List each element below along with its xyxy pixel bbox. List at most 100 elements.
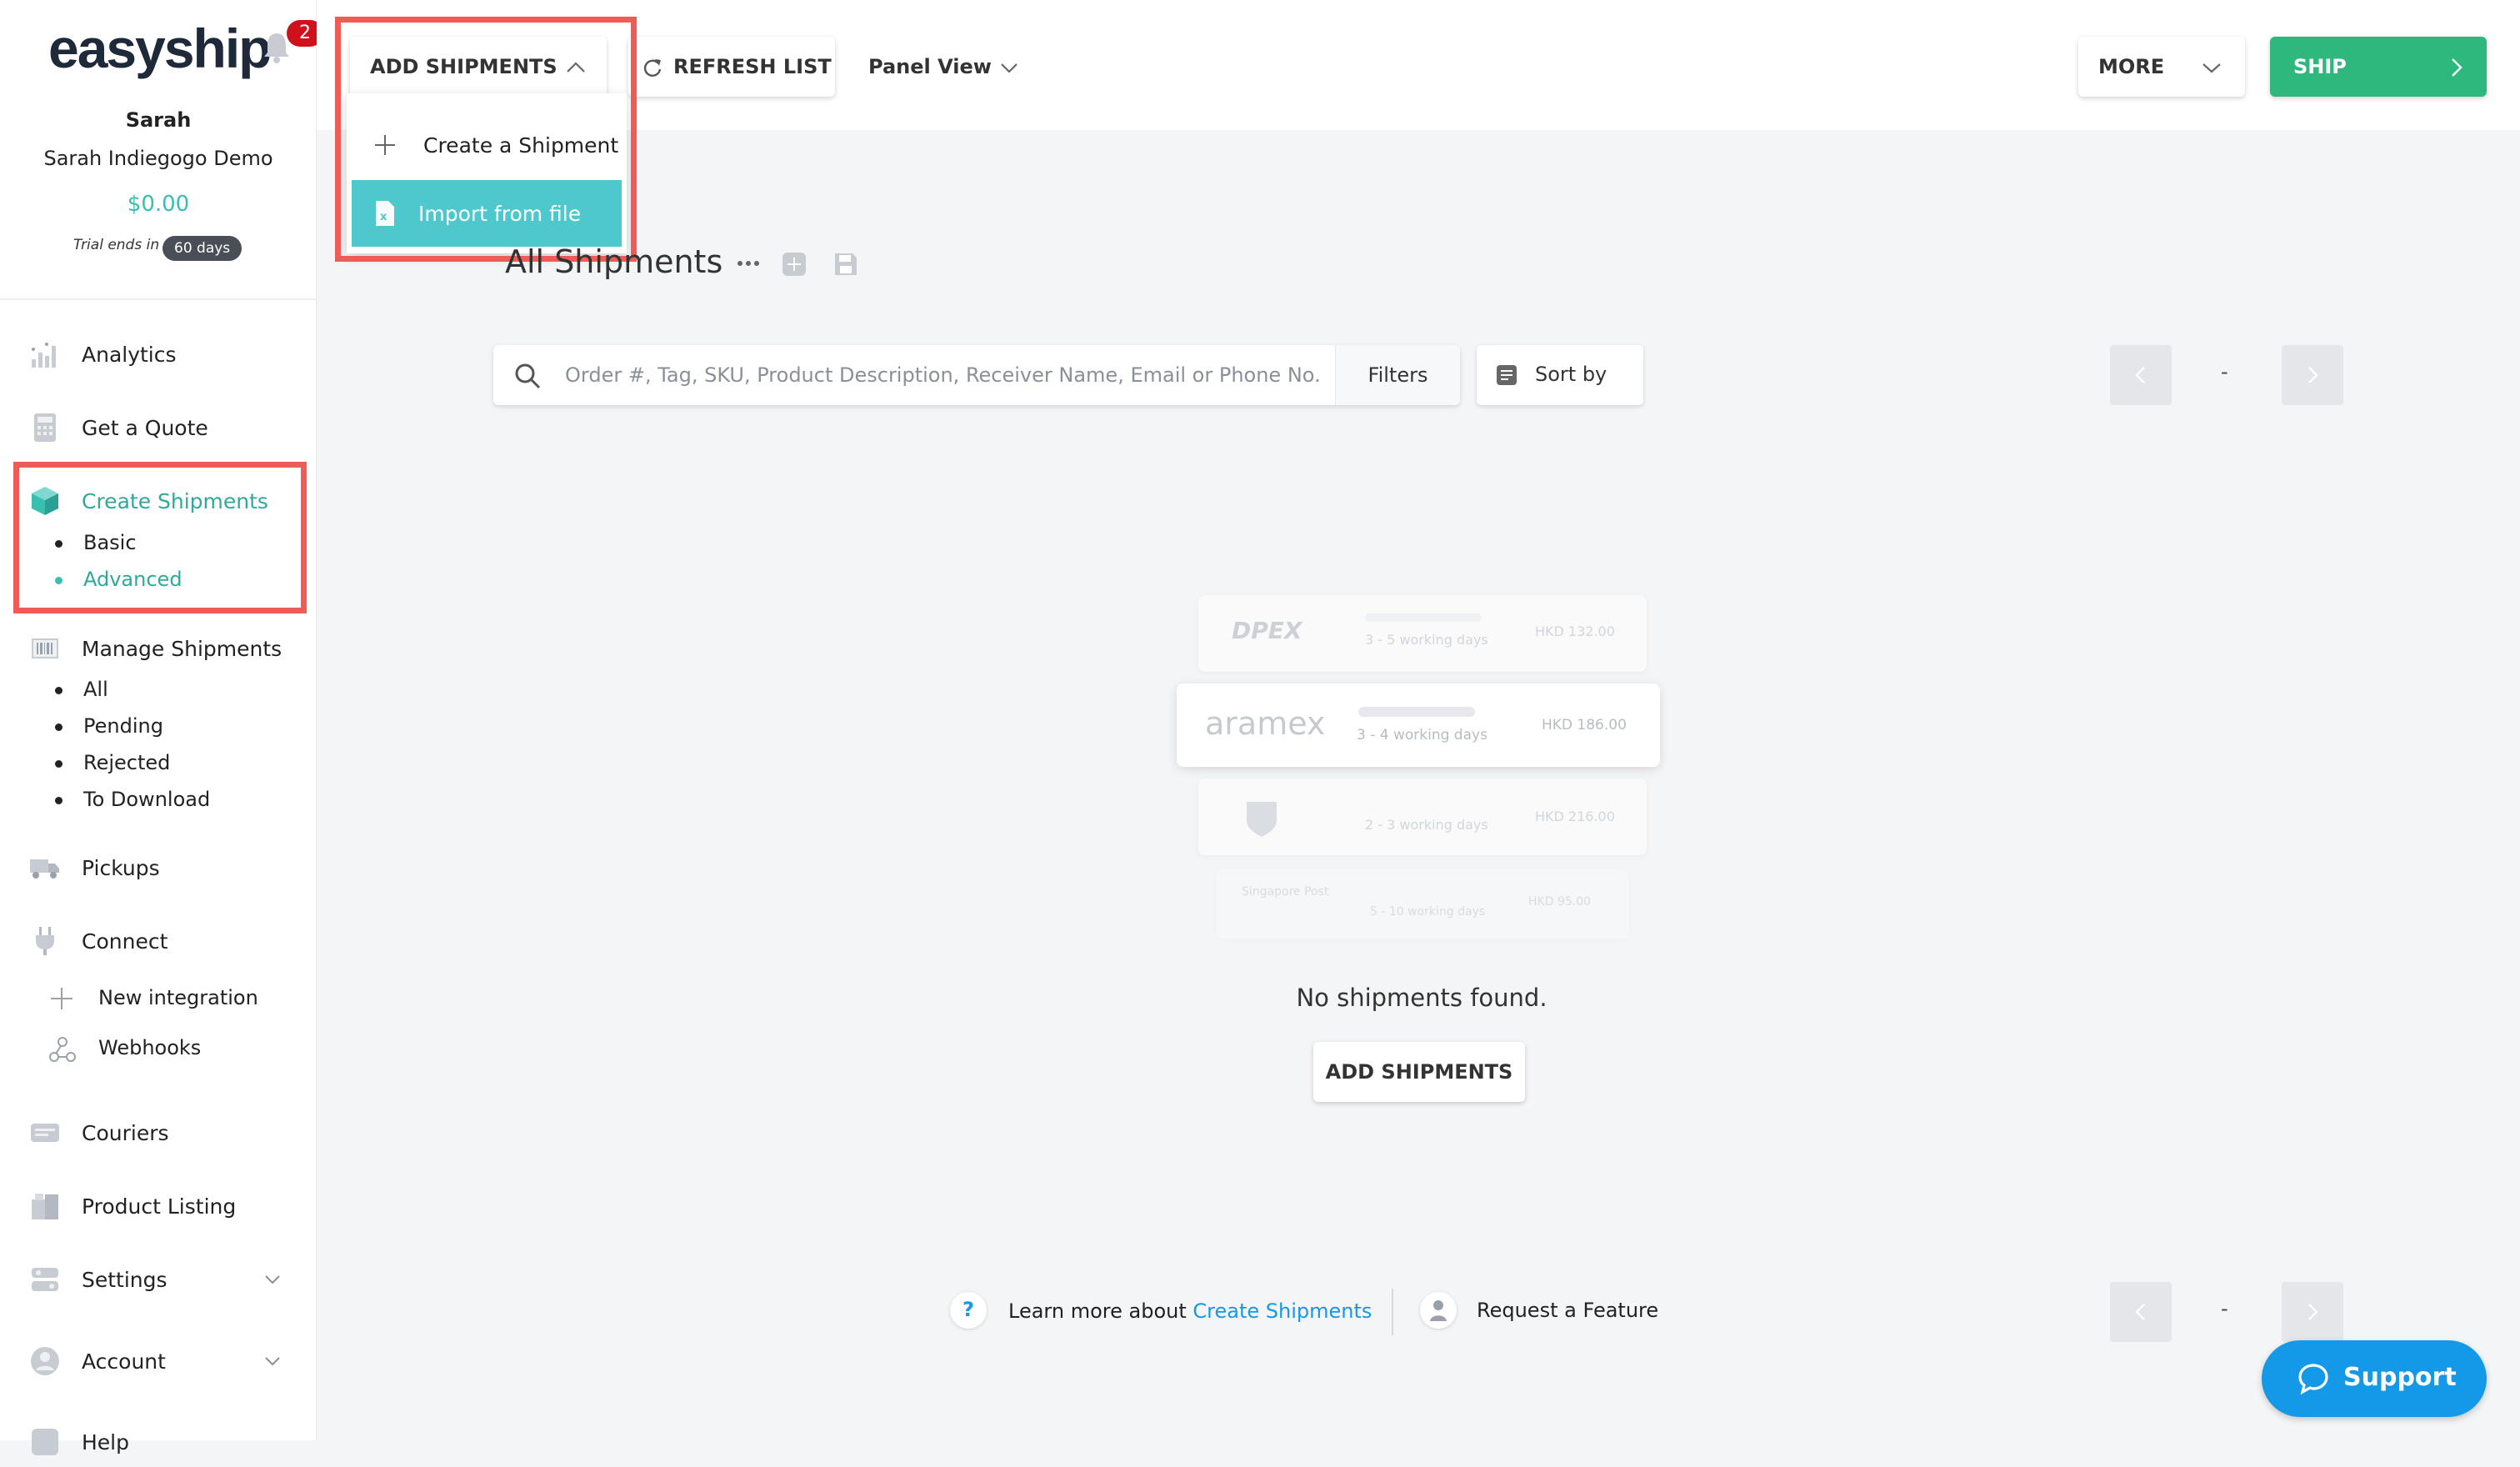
footer-next-page-button[interactable] xyxy=(2282,1282,2343,1342)
highlight-add-shipments xyxy=(335,17,637,262)
sidebar-subitem-basic[interactable]: Basic xyxy=(0,527,317,560)
placeholder-bar xyxy=(1365,613,1482,622)
sidebar-item-quote[interactable]: Get a Quote xyxy=(0,403,317,453)
search-bar[interactable]: Order #, Tag, SKU, Product Description, … xyxy=(493,345,1460,405)
sidebar-subitem-label: Pending xyxy=(83,714,163,738)
chevron-left-icon xyxy=(2135,367,2145,383)
save-view-icon[interactable] xyxy=(833,252,858,277)
sidebar-item-create-shipments[interactable]: Create Shipments xyxy=(0,476,317,526)
person-icon xyxy=(1430,1300,1447,1321)
footer-page-indicator: - xyxy=(2221,1297,2228,1320)
price: HKD 186.00 xyxy=(1542,717,1627,734)
sidebar-item-pickups[interactable]: Pickups xyxy=(0,843,317,893)
sidebar-item-couriers[interactable]: Couriers xyxy=(0,1108,317,1158)
sidebar-subitem-label: All xyxy=(83,678,108,701)
search-icon xyxy=(515,363,541,389)
courier-name: aramex xyxy=(1205,705,1326,742)
sidebar-item-label: Connect xyxy=(82,929,168,954)
account-balance[interactable]: $0.00 xyxy=(0,192,317,217)
box-icon xyxy=(32,487,58,515)
support-label: Support xyxy=(2343,1363,2457,1392)
filters-button[interactable]: Filters xyxy=(1335,345,1460,405)
help-icon xyxy=(32,1429,58,1455)
add-shipments-empty-label: ADD SHIPMENTS xyxy=(1325,1060,1513,1084)
sort-by-button[interactable]: Sort by xyxy=(1477,345,1643,405)
ups-shield-icon xyxy=(1247,802,1277,837)
sidebar-subitem-label: New integration xyxy=(98,986,258,1009)
webhook-icon xyxy=(49,1037,76,1062)
search-input[interactable]: Order #, Tag, SKU, Product Description, … xyxy=(565,363,1321,387)
more-options-icon[interactable] xyxy=(737,257,760,270)
trial-text: Trial ends in xyxy=(73,237,160,253)
support-button[interactable]: Support xyxy=(2262,1340,2487,1417)
illustration-card: 2 - 3 working days HKD 216.00 xyxy=(1198,779,1647,855)
price: HKD 95.00 xyxy=(1528,895,1592,909)
add-view-icon[interactable] xyxy=(782,252,807,277)
sidebar-item-label: Settings xyxy=(82,1267,168,1292)
sidebar-subitem-new-integration[interactable]: New integration xyxy=(0,982,317,1015)
sidebar-item-connect[interactable]: Connect xyxy=(0,916,317,966)
sidebar-item-manage-shipments[interactable]: Manage Shipments xyxy=(0,623,317,673)
learn-more-link[interactable]: Create Shipments xyxy=(1192,1299,1372,1323)
sidebar-item-settings[interactable]: Settings xyxy=(0,1254,317,1304)
bullet xyxy=(55,540,62,548)
panel-view-select[interactable]: Panel View xyxy=(868,37,1035,97)
sidebar-item-label: Analytics xyxy=(82,342,177,367)
sidebar-subitem-advanced[interactable]: Advanced xyxy=(0,563,317,597)
bullet xyxy=(55,797,62,804)
footer-prev-page-button[interactable] xyxy=(2110,1282,2172,1342)
price: HKD 216.00 xyxy=(1535,809,1615,824)
sidebar-subitem-label: Webhooks xyxy=(98,1036,202,1059)
help-question-icon[interactable]: ? xyxy=(950,1292,987,1329)
sidebar: easyship 2 Sarah Sarah Indiegogo Demo $0… xyxy=(0,0,323,1455)
illustration-card: aramex 3 - 4 working days HKD 186.00 xyxy=(1177,683,1660,767)
request-feature-icon[interactable] xyxy=(1420,1292,1457,1329)
sort-icon xyxy=(1497,365,1517,385)
delivery-days: 3 - 5 working days xyxy=(1365,632,1488,648)
filters-label: Filters xyxy=(1368,363,1428,387)
plus-icon xyxy=(51,988,72,1009)
chevron-down-icon xyxy=(1001,63,1018,73)
sidebar-subitem-label: Advanced xyxy=(83,568,182,591)
sidebar-subitem-rejected[interactable]: Rejected xyxy=(0,747,317,780)
add-shipments-empty-button[interactable]: ADD SHIPMENTS xyxy=(1313,1042,1525,1102)
next-page-button[interactable] xyxy=(2282,345,2343,405)
more-button[interactable]: MORE xyxy=(2078,37,2245,97)
settings-icon xyxy=(32,1268,58,1291)
panel-view-label: Panel View xyxy=(868,55,992,78)
delivery-days: 2 - 3 working days xyxy=(1365,817,1488,833)
easyship-logo[interactable]: easyship xyxy=(48,17,272,80)
plug-icon xyxy=(36,927,54,955)
sidebar-item-product-listing[interactable]: Product Listing xyxy=(0,1181,317,1231)
sidebar-subitem-to-download[interactable]: To Download xyxy=(0,784,317,817)
sidebar-divider xyxy=(0,298,317,300)
ship-label: SHIP xyxy=(2293,55,2347,78)
delivery-days: 5 - 10 working days xyxy=(1370,905,1486,919)
sidebar-subitem-label: To Download xyxy=(83,788,211,811)
courier-name: Singapore Post xyxy=(1242,885,1329,899)
product-icon xyxy=(32,1194,58,1219)
sidebar-item-label: Help xyxy=(82,1429,129,1454)
sidebar-subitem-all[interactable]: All xyxy=(0,673,317,707)
bullet xyxy=(55,687,62,694)
ship-button[interactable]: SHIP xyxy=(2270,37,2487,97)
user-name: Sarah xyxy=(125,108,192,132)
sidebar-item-label: Couriers xyxy=(82,1120,169,1145)
account-icon xyxy=(31,1347,59,1375)
sidebar-item-help[interactable]: Help xyxy=(0,1417,317,1467)
page-title: All Shipments xyxy=(505,243,723,280)
sidebar-item-account[interactable]: Account xyxy=(0,1336,317,1386)
company-name: Sarah Indiegogo Demo xyxy=(43,147,273,170)
sidebar-subitem-label: Rejected xyxy=(83,751,171,774)
sidebar-item-analytics[interactable]: Analytics xyxy=(0,329,317,379)
sort-by-label: Sort by xyxy=(1535,363,1608,386)
prev-page-button[interactable] xyxy=(2110,345,2172,405)
request-feature-link[interactable]: Request a Feature xyxy=(1477,1299,1658,1322)
sidebar-item-label: Account xyxy=(82,1349,166,1374)
refresh-list-button[interactable]: REFRESH LIST xyxy=(628,37,835,97)
delivery-days: 3 - 4 working days xyxy=(1357,727,1488,744)
learn-more-prefix: Learn more about xyxy=(1008,1299,1187,1323)
sidebar-item-label: Pickups xyxy=(82,855,160,880)
sidebar-subitem-webhooks[interactable]: Webhooks xyxy=(0,1032,317,1065)
sidebar-subitem-pending[interactable]: Pending xyxy=(0,710,317,744)
